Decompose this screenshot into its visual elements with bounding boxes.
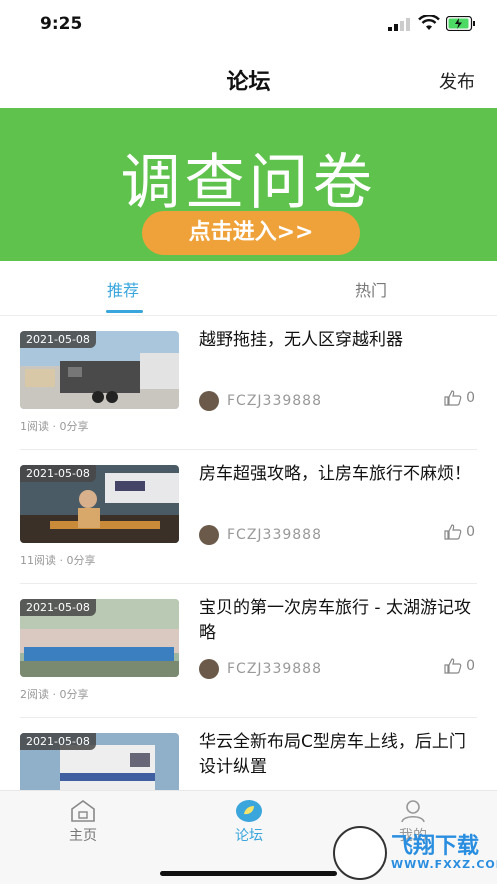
nav-bar: 论坛 发布	[0, 50, 497, 108]
post-thumbnail: 2021-05-08	[20, 465, 179, 543]
status-time: 9:25	[40, 14, 83, 34]
home-icon	[71, 800, 95, 822]
post-stats: 1阅读 · 0分享	[20, 420, 89, 433]
bottom-tab-forum[interactable]: 论坛	[209, 799, 289, 845]
thumbs-up-icon	[444, 658, 461, 674]
battery-icon	[446, 16, 475, 31]
wifi-icon	[418, 15, 440, 30]
tab-recommended[interactable]: 推荐	[107, 277, 139, 301]
survey-banner[interactable]: 调查问卷 点击进入>>	[0, 108, 497, 261]
watermark-logo-icon	[333, 826, 387, 880]
list-item[interactable]: 2021-05-08 2阅读 · 0分享 宝贝的第一次房车旅行 - 太湖游记攻略…	[20, 584, 477, 718]
post-thumbnail: 2021-05-08	[20, 599, 179, 677]
like-count: 0	[466, 390, 475, 406]
like-button[interactable]: 0	[444, 390, 475, 406]
user-icon	[401, 800, 425, 823]
post-date: 2021-05-08	[20, 331, 96, 348]
banner-title: 调查问卷	[120, 148, 377, 218]
signal-icon	[388, 18, 410, 31]
author-name: FCZJ339888	[227, 527, 322, 543]
author-name: FCZJ339888	[227, 661, 322, 677]
post-title[interactable]: 房车超强攻略，让房车旅行不麻烦！	[199, 462, 479, 487]
watermark-url: WWW.FXXZ.COM	[391, 858, 497, 871]
post-stats: 2阅读 · 0分享	[20, 688, 89, 701]
like-button[interactable]: 0	[444, 524, 475, 540]
status-bar: 9:25	[0, 0, 497, 50]
like-count: 0	[466, 524, 475, 540]
like-button[interactable]: 0	[444, 658, 475, 674]
home-indicator[interactable]	[160, 871, 337, 876]
post-date: 2021-05-08	[20, 599, 96, 616]
watermark: 飞翔下载 WWW.FXXZ.COM	[333, 826, 497, 880]
bottom-tab-label: 主页	[69, 828, 97, 844]
post-stats: 11阅读 · 0分享	[20, 554, 96, 567]
banner-enter-button[interactable]: 点击进入>>	[142, 211, 360, 255]
post-date: 2021-05-08	[20, 733, 96, 750]
post-thumbnail: 2021-05-08	[20, 331, 179, 409]
page-title: 论坛	[226, 70, 271, 95]
bottom-tab-home[interactable]: 主页	[43, 799, 123, 845]
author-name: FCZJ339888	[227, 393, 322, 409]
avatar	[199, 659, 219, 679]
watermark-title: 飞翔下载	[391, 834, 480, 859]
publish-button[interactable]: 发布	[439, 68, 475, 94]
bottom-tab-label: 论坛	[235, 828, 263, 844]
tab-bar: 推荐 热门	[0, 261, 497, 316]
like-count: 0	[466, 658, 475, 674]
post-author: FCZJ339888 0	[199, 524, 477, 546]
tab-hot[interactable]: 热门	[355, 277, 387, 301]
forum-icon	[236, 800, 262, 822]
list-item[interactable]: 2021-05-08 11阅读 · 0分享 房车超强攻略，让房车旅行不麻烦！ F…	[20, 450, 477, 584]
avatar	[199, 391, 219, 411]
active-tab-indicator	[106, 310, 143, 313]
thumbs-up-icon	[444, 390, 461, 406]
post-title[interactable]: 宝贝的第一次房车旅行 - 太湖游记攻略	[199, 596, 479, 646]
avatar	[199, 525, 219, 545]
post-title[interactable]: 越野拖挂，无人区穿越利器	[199, 328, 479, 353]
post-author: FCZJ339888 0	[199, 658, 477, 680]
list-item[interactable]: 2021-05-08 1阅读 · 0分享 越野拖挂，无人区穿越利器 FCZJ33…	[20, 316, 477, 450]
thumbs-up-icon	[444, 524, 461, 540]
post-title[interactable]: 华云全新布局C型房车上线，后上门设计纵置	[199, 730, 479, 780]
post-author: FCZJ339888 0	[199, 390, 477, 412]
post-date: 2021-05-08	[20, 465, 96, 482]
